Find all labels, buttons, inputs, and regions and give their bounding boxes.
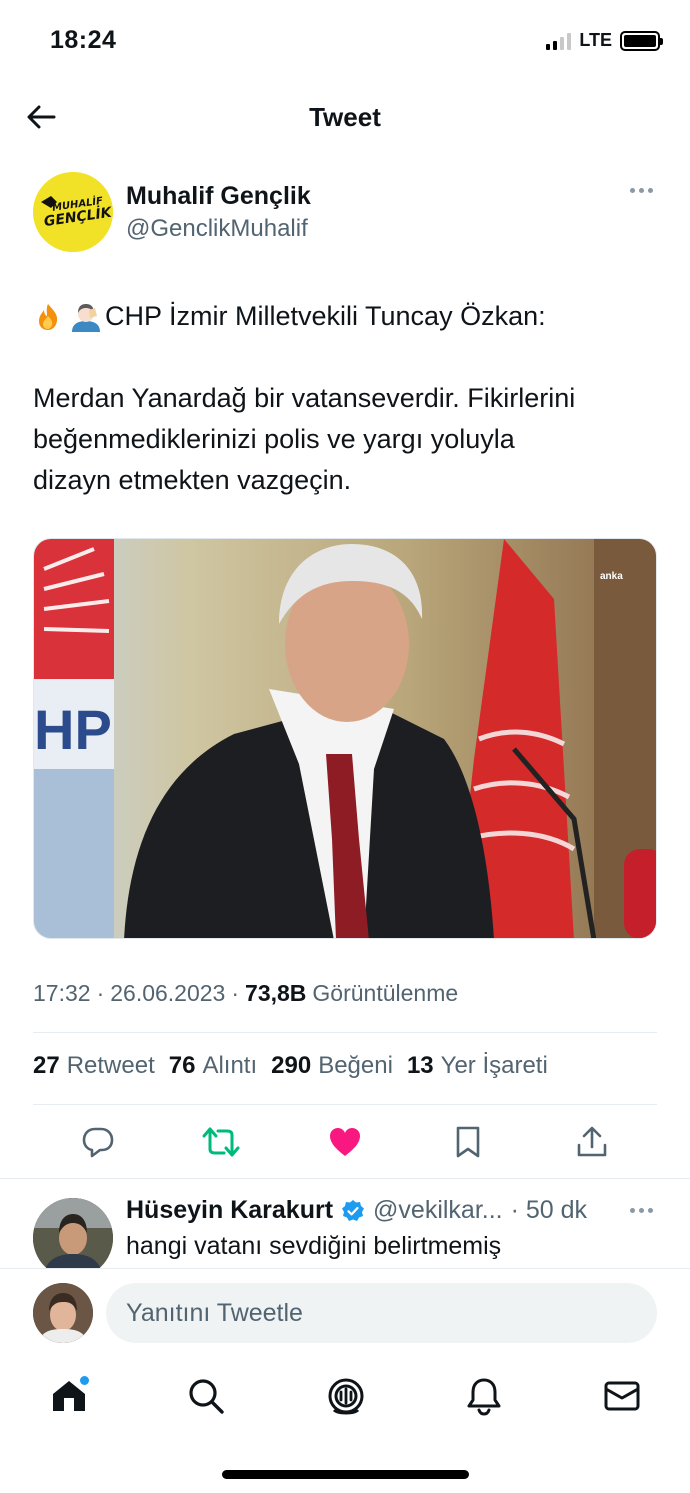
divider: [33, 1032, 657, 1033]
bookmark-icon[interactable]: [446, 1120, 490, 1164]
reply-composer: [0, 1268, 690, 1356]
avatar[interactable]: [33, 1198, 113, 1268]
author-handle[interactable]: @GenclikMuhalif: [126, 215, 308, 243]
stat-likes[interactable]: 290 Beğeni: [271, 1052, 393, 1080]
like-icon[interactable]: [323, 1120, 367, 1164]
stat-quotes[interactable]: 76 Alıntı: [169, 1052, 257, 1080]
reply-icon[interactable]: [76, 1120, 120, 1164]
divider: [0, 1178, 690, 1179]
tweet-text: CHP İzmir Milletvekili Tuncay Özkan: Mer…: [33, 296, 657, 501]
tweet-author: MUHALİF GENÇLİK Muhalif Gençlik @Genclik…: [33, 172, 657, 256]
notification-dot: [80, 1376, 89, 1385]
view-count: 73,8B: [245, 980, 307, 1006]
status-indicators: LTE: [546, 30, 663, 51]
page-title: Tweet: [309, 102, 381, 132]
home-indicator[interactable]: [222, 1470, 469, 1479]
avatar[interactable]: MUHALİF GENÇLİK: [33, 172, 113, 252]
stat-retweets[interactable]: 27 Retweet: [33, 1052, 155, 1080]
network-label: LTE: [579, 30, 612, 50]
tweet-actions: [33, 1120, 657, 1166]
tweet-body-line: Merdan Yanardağ bir vatanseverdir. Fikir…: [33, 383, 576, 413]
messages-icon[interactable]: [600, 1374, 644, 1418]
tweet-body-line: dizayn etmekten vazgeçin.: [33, 465, 352, 495]
divider: [33, 1104, 657, 1105]
author-name[interactable]: Muhalif Gençlik: [126, 182, 311, 211]
battery-icon: [620, 30, 663, 51]
reply-header: Hüseyin Karakurt @vekilkar... · 50 dk: [126, 1196, 587, 1225]
spaces-icon[interactable]: [324, 1374, 368, 1418]
stat-bookmarks[interactable]: 13 Yer İşareti: [407, 1052, 548, 1080]
tweet-meta: 17:32 · 26.06.2023 · 73,8B Görüntülenme: [33, 980, 459, 1007]
facepalm-emoji: [69, 302, 100, 332]
tweet-stats: 27 Retweet 76 Alıntı 290 Beğeni 13 Yer İşare…: [33, 1052, 548, 1080]
notifications-icon[interactable]: [462, 1374, 506, 1418]
search-icon[interactable]: [184, 1374, 228, 1418]
share-icon[interactable]: [570, 1120, 614, 1164]
more-options-icon[interactable]: [630, 188, 653, 193]
media-watermark: anka: [600, 571, 623, 582]
tweet-headline: CHP İzmir Milletvekili Tuncay Özkan:: [105, 301, 546, 331]
tweet-time: 17:32: [33, 980, 91, 1006]
reply-tweet[interactable]: Hüseyin Karakurt @vekilkar... · 50 dk ha…: [0, 1180, 690, 1268]
tab-bar: [0, 1356, 690, 1436]
view-label[interactable]: Görüntülenme: [312, 980, 458, 1007]
fire-emoji: [33, 302, 63, 332]
verified-badge-icon: [342, 1199, 365, 1221]
tweet-image[interactable]: HP anka: [33, 538, 657, 939]
avatar[interactable]: [33, 1283, 93, 1343]
tweet-date: 26.06.2023: [110, 980, 226, 1006]
status-time: 18:24: [50, 26, 117, 54]
tweet-body: Merdan Yanardağ bir vatanseverdir. Fikir…: [33, 378, 657, 501]
avatar-logo: MUHALİF GENÇLİK: [33, 172, 113, 252]
reply-author-name[interactable]: Hüseyin Karakurt: [126, 1196, 333, 1225]
retweet-icon[interactable]: [199, 1120, 243, 1164]
reply-time: · 50 dk: [510, 1196, 588, 1224]
reply-author-handle[interactable]: @vekilkar...: [373, 1196, 503, 1225]
signal-icon: [546, 32, 572, 50]
reply-input[interactable]: [106, 1283, 657, 1343]
tweet-body-line: beğenmediklerinizi polis ve yargı yoluyl…: [33, 424, 515, 454]
nav-bar: Tweet: [0, 80, 690, 154]
status-bar: 18:24 LTE: [0, 0, 690, 80]
reply-text: hangi vatanı sevdiğini belirtmemiş: [126, 1232, 502, 1260]
home-icon[interactable]: [47, 1374, 91, 1418]
more-options-icon[interactable]: [630, 1208, 653, 1213]
media-sign-text: HP: [34, 698, 112, 761]
